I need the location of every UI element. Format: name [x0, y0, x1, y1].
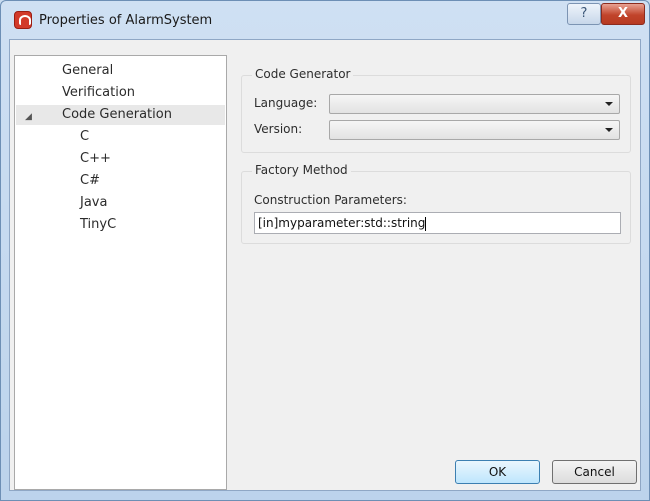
tree-item-label: Code Generation — [62, 107, 172, 122]
factory-method-group: Factory Method Construction Parameters: … — [241, 163, 631, 244]
chevron-down-icon — [605, 102, 613, 106]
title-bar[interactable]: Properties of AlarmSystem ? X — [1, 1, 649, 39]
tree-item-csharp[interactable]: C# — [80, 171, 100, 191]
close-button[interactable]: X — [601, 3, 645, 25]
tree-item-cpp[interactable]: C++ — [80, 149, 111, 169]
tree-item-code-generation[interactable]: ◢ Code Generation — [16, 105, 225, 125]
expanded-triangle-icon[interactable]: ◢ — [25, 107, 32, 127]
tree-item-java[interactable]: Java — [80, 193, 107, 213]
window-title: Properties of AlarmSystem — [39, 13, 213, 28]
properties-window: Properties of AlarmSystem ? X General Ve… — [0, 0, 650, 501]
tree-item-verification[interactable]: Verification — [62, 83, 135, 103]
code-generator-group: Code Generator Language: Version: — [241, 67, 631, 153]
cancel-button[interactable]: Cancel — [552, 460, 637, 484]
chevron-down-icon — [605, 128, 613, 132]
construction-parameters-input[interactable]: [in]myparameter:std::string — [254, 212, 621, 234]
tree-item-c[interactable]: C — [80, 127, 89, 147]
ok-button[interactable]: OK — [455, 460, 540, 484]
group-title: Code Generator — [252, 67, 354, 81]
language-label: Language: — [254, 96, 318, 110]
tree-item-general[interactable]: General — [62, 61, 113, 81]
tree-item-tinyc[interactable]: TinyC — [80, 215, 116, 235]
version-dropdown[interactable] — [329, 120, 620, 140]
text-caret — [425, 216, 427, 231]
version-label: Version: — [254, 122, 303, 136]
group-title: Factory Method — [252, 163, 351, 177]
app-icon — [14, 11, 32, 29]
language-dropdown[interactable] — [329, 94, 620, 114]
help-button[interactable]: ? — [567, 3, 601, 25]
category-tree[interactable]: General Verification ◢ Code Generation C… — [14, 55, 227, 490]
construction-parameters-label: Construction Parameters: — [254, 193, 407, 207]
dialog-body: General Verification ◢ Code Generation C… — [9, 39, 641, 491]
construction-parameters-value: [in]myparameter:std::string — [258, 216, 426, 230]
